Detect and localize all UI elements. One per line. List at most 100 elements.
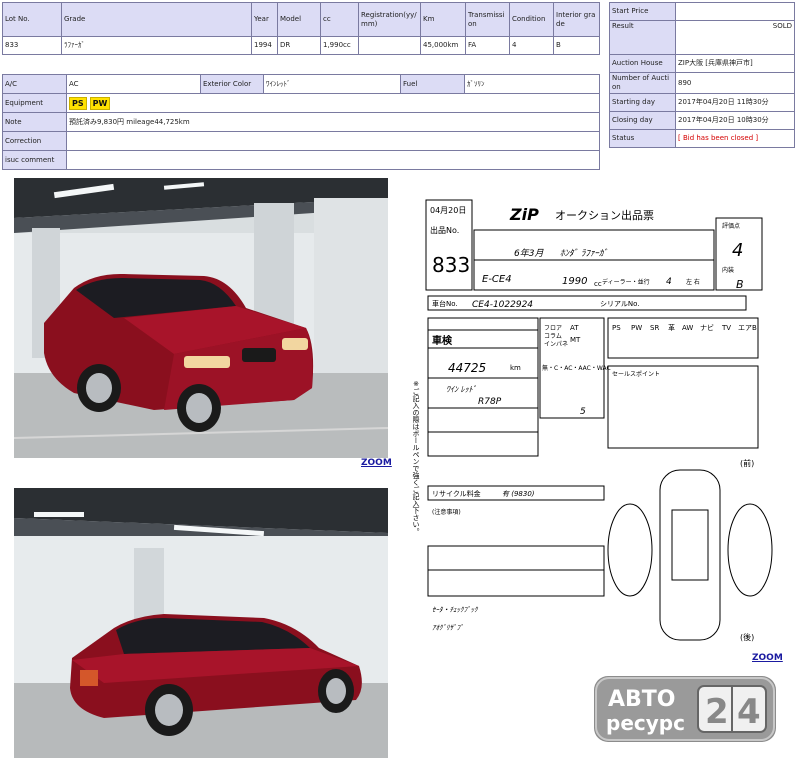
auction-table: Start Price Result SOLD Auction House ZI…	[609, 2, 795, 148]
avtoresurs-logo: АВТО ресурс 2 4	[594, 676, 776, 742]
logo-line2: ресурс	[606, 711, 685, 735]
header-cc: cc	[320, 2, 359, 37]
auction-house-value: ZIP大阪 [兵庫県神戸市]	[675, 54, 795, 73]
car-front-image	[14, 178, 388, 458]
value-transmission: FA	[465, 36, 510, 55]
value-condition: 4	[509, 36, 554, 55]
exterior-color-value: ﾜｲﾝﾚｯﾄﾞ	[263, 74, 401, 94]
start-price-label: Start Price	[609, 2, 676, 21]
sheet-opt-aw: AW	[682, 324, 693, 332]
sheet-brand: ZiP	[509, 205, 539, 224]
status-row: Status [ Bid has been closed ]	[609, 129, 795, 148]
note-value: 預託済み9,830円 mileage44,725km	[66, 112, 600, 132]
value-lot-no: 833	[2, 36, 62, 55]
issue-comment-row: isuc comment	[2, 150, 600, 170]
sheet-serial-label: シリアルNo.	[600, 300, 640, 308]
value-registration	[358, 36, 421, 55]
header-interior-grade: Interior grade	[553, 2, 600, 37]
car-photo-rear[interactable]	[14, 488, 388, 758]
header-registration: Registration(yy/mm)	[358, 2, 421, 37]
sheet-shaken-label: 車検	[432, 334, 453, 347]
sheet-grade-score: 4	[732, 240, 743, 261]
value-km: 45,000km	[420, 36, 466, 55]
sheet-opt-sr: SR	[650, 324, 659, 332]
header-grade: Grade	[61, 2, 252, 37]
value-model: DR	[277, 36, 321, 55]
issue-comment-label: isuc comment	[2, 150, 67, 170]
sheet-title: オークション出品票	[555, 208, 654, 222]
sheet-recycle-value: 有 (9830)	[502, 490, 535, 498]
sheet-trans-floor: フロア	[544, 325, 562, 332]
sheet-opt-tv: TV	[721, 324, 731, 332]
value-cc: 1,990cc	[320, 36, 359, 55]
lot-info-table: Lot No. Grade Year Model cc Registration…	[2, 2, 600, 55]
sheet-date: 04月20日	[430, 206, 466, 215]
sheet-cc: 1990	[562, 276, 587, 287]
car-photo-front[interactable]	[14, 178, 388, 458]
fuel-label: Fuel	[400, 74, 465, 94]
sheet-year: 6年3月	[514, 248, 544, 259]
auction-house-label: Auction House	[609, 54, 676, 73]
number-label: Number of Auction	[609, 72, 676, 94]
start-price-row: Start Price	[609, 2, 795, 21]
sheet-mileage: 44725	[448, 361, 486, 375]
sheet-seats: 5	[580, 407, 586, 417]
starting-day-label: Starting day	[609, 93, 676, 112]
sheet-recycle-label: リサイクル料金	[432, 489, 481, 498]
zoom-link-sheet[interactable]: ZOOM	[752, 653, 783, 663]
sheet-front-label: (前)	[740, 458, 754, 468]
auction-house-row: Auction House ZIP大阪 [兵庫県神戸市]	[609, 54, 795, 73]
logo-line1: АВТО	[608, 687, 676, 712]
sheet-dealer: ディーラー・並行	[602, 278, 650, 286]
lot-header-row: Lot No. Grade Year Model cc Registration…	[2, 2, 600, 37]
note-row: Note 預託済み9,830円 mileage44,725km	[2, 112, 600, 132]
sheet-trans-mt: MT	[570, 336, 581, 344]
value-grade: ﾗﾌｧｰｶﾞ	[61, 36, 252, 55]
sheet-opt-ps: PS	[612, 324, 621, 332]
equipment-badge-ps: PS	[69, 96, 87, 110]
header-km: Km	[420, 2, 466, 37]
correction-label: Correction	[2, 131, 67, 151]
avtoresurs-logo-image: АВТО ресурс 2 4	[595, 677, 775, 741]
header-condition: Condition	[509, 2, 554, 37]
logo-digit-2: 2	[705, 692, 729, 732]
sheet-lot-label: 出品No.	[430, 225, 459, 235]
number-row: Number of Auction 890	[609, 72, 795, 94]
sheet-side-note: ※ご記入の際はボールペンで強くご記入下さい。	[412, 380, 420, 535]
lot-value-row: 833 ﾗﾌｧｰｶﾞ 1994 DR 1,990cc 45,000km FA 4…	[2, 36, 600, 55]
equipment-badge-pw: PW	[89, 96, 111, 110]
sheet-handwritten-1: ｾｰﾀ・ﾁｪｯｸﾌﾞｯｸ	[432, 606, 479, 614]
sheet-trans-inpane: インパネ	[544, 341, 568, 348]
sheet-model: ﾎﾝﾀﾞ ﾗﾌｧｰｶﾞ	[560, 248, 608, 259]
sheet-lot-number: 833	[432, 253, 470, 277]
issue-comment-value	[66, 150, 600, 170]
sheet-rear-label: (後)	[740, 632, 754, 642]
result-label: Result	[609, 20, 676, 55]
exterior-color-label: Exterior Color	[200, 74, 264, 94]
fuel-value: ｶﾞｿﾘﾝ	[464, 74, 600, 94]
sheet-sales-point-label: セールスポイント	[612, 370, 660, 378]
sheet-color-code: R78P	[478, 397, 502, 407]
note-label: Note	[2, 112, 67, 132]
correction-row: Correction	[2, 131, 600, 151]
ac-row: A/C AC Exterior Color ﾜｲﾝﾚｯﾄﾞ Fuel ｶﾞｿﾘﾝ	[2, 74, 600, 94]
sheet-chassis-code: E-CE4	[482, 274, 512, 285]
sheet-ac-options: 無・C・AC・AAC・WAC	[542, 364, 611, 372]
sheet-opt-leather: 革	[668, 323, 675, 332]
equipment-label: Equipment	[2, 93, 67, 113]
sheet-handwritten-2: ｱｵｸﾞﾘｻﾞﾌﾞ	[432, 624, 464, 632]
sheet-notes-label: (注意事項)	[432, 508, 461, 516]
sheet-trans-at: AT	[570, 324, 579, 332]
car-rear-image	[14, 488, 388, 758]
header-year: Year	[251, 2, 278, 37]
closing-day-label: Closing day	[609, 111, 676, 130]
sheet-doors: 4	[666, 277, 672, 287]
sheet-opt-pw: PW	[631, 324, 642, 332]
result-row: Result SOLD	[609, 20, 795, 55]
zoom-link-front[interactable]: ZOOM	[361, 458, 392, 468]
value-interior-grade: B	[553, 36, 600, 55]
start-price-value	[675, 2, 795, 21]
ac-label: A/C	[2, 74, 67, 94]
auction-sheet[interactable]: 04月20日 出品No. 833 ZiP オークション出品票 6年3月 ﾎﾝﾀﾞ…	[410, 180, 774, 650]
sheet-chassis-full: CE4-1022924	[472, 300, 533, 310]
